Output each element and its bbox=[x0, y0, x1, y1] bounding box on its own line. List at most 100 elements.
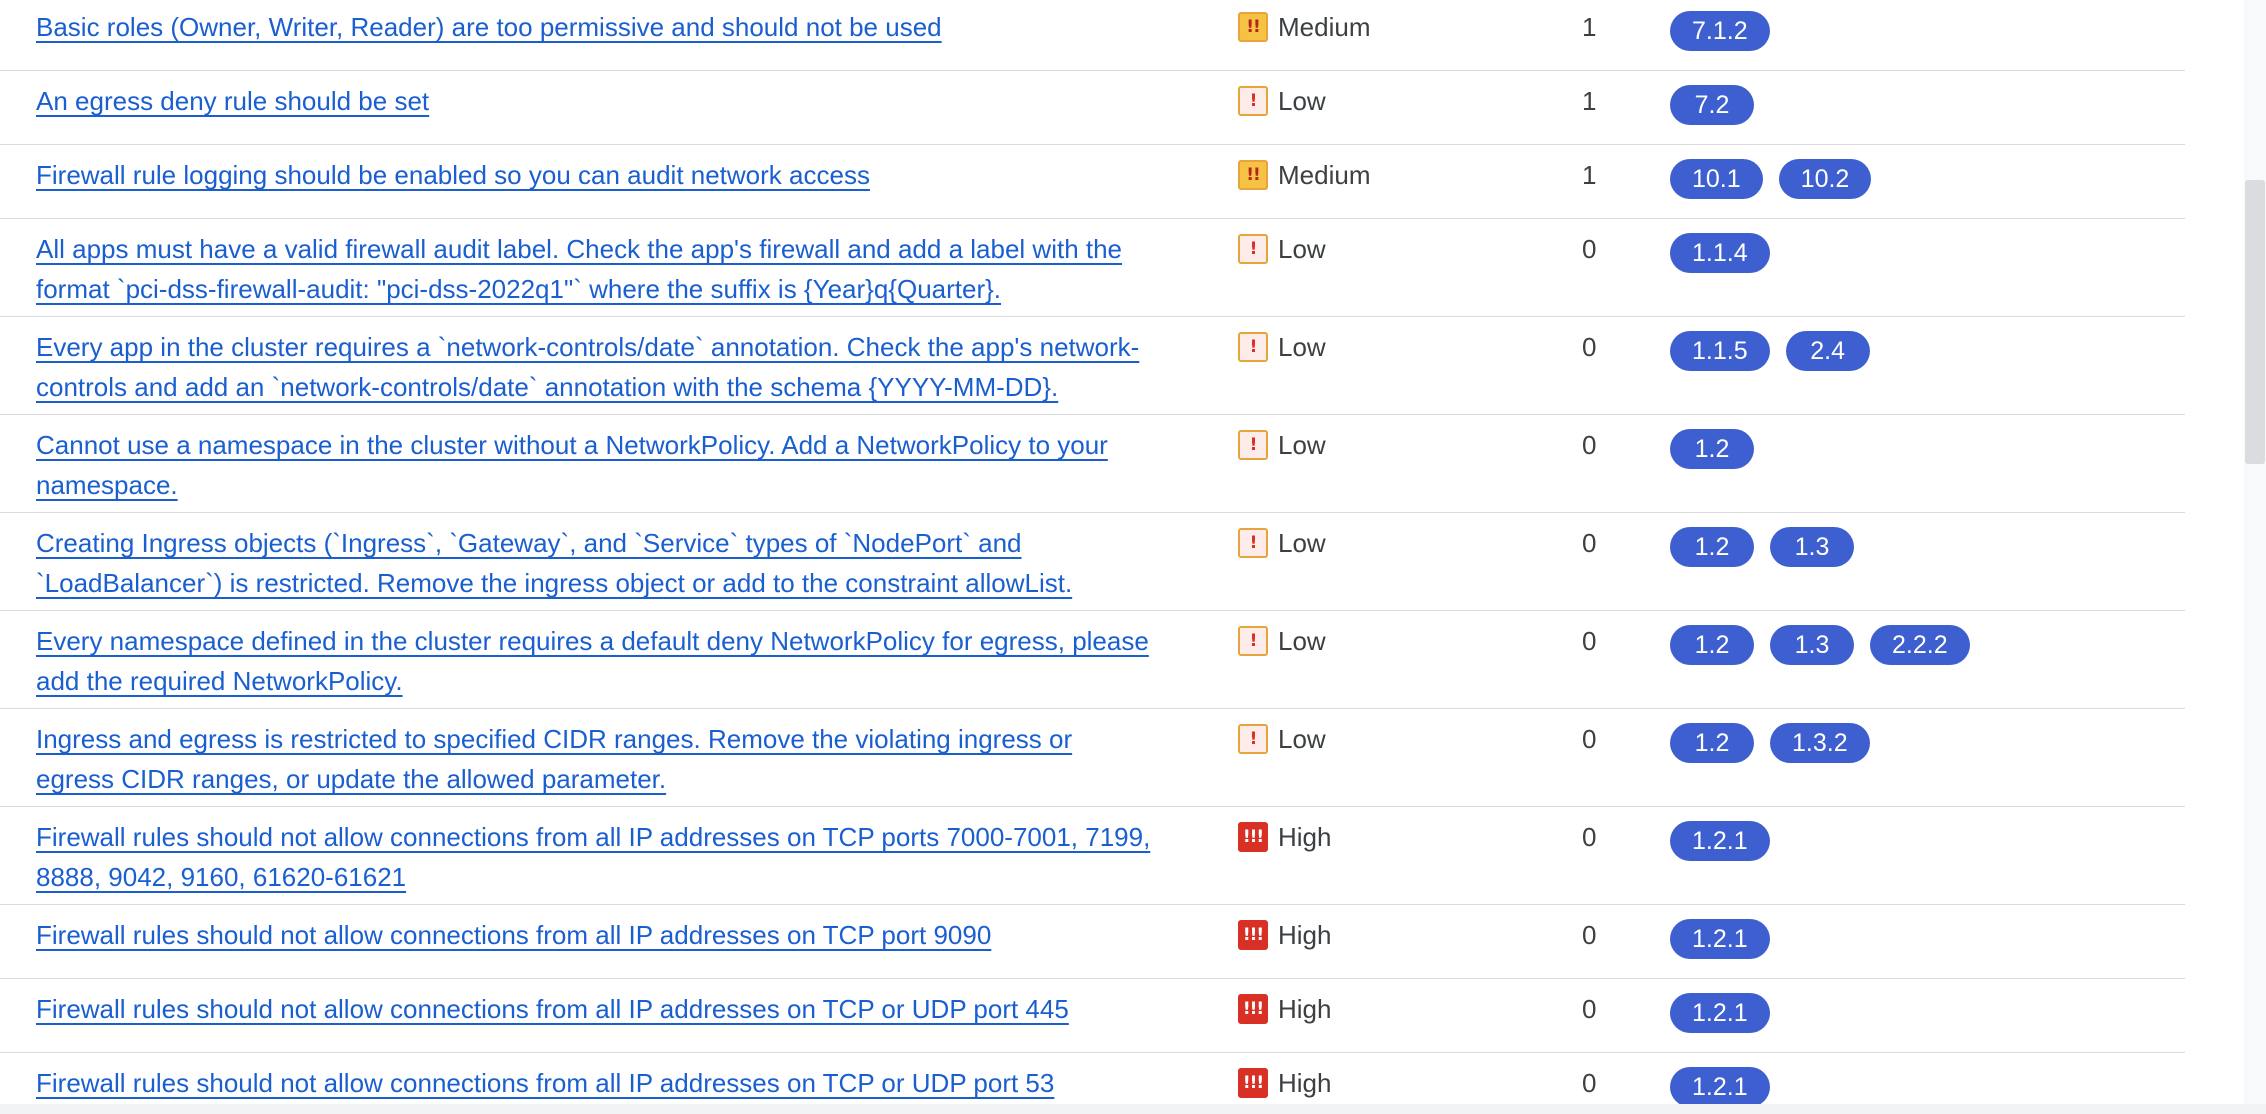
severity-cell: ! Low bbox=[1238, 229, 1326, 269]
severity-medium-icon: !! bbox=[1238, 12, 1268, 42]
table-row: Firewall rules should not allow connecti… bbox=[0, 979, 2185, 1053]
severity-medium-icon: !! bbox=[1238, 160, 1268, 190]
control-chip[interactable]: 1.3.2 bbox=[1770, 723, 1870, 763]
control-chip[interactable]: 1.1.4 bbox=[1670, 233, 1770, 273]
bottom-edge bbox=[0, 1104, 2266, 1114]
severity-cell: !! Medium bbox=[1238, 7, 1370, 47]
severity-low-icon: ! bbox=[1238, 86, 1268, 116]
severity-cell: !!! High bbox=[1238, 817, 1331, 857]
findings-count: 0 bbox=[1582, 332, 1597, 362]
scrollbar-thumb[interactable] bbox=[2245, 180, 2265, 464]
findings-count: 1 bbox=[1582, 86, 1597, 116]
severity-label: Low bbox=[1278, 625, 1326, 656]
rule-link[interactable]: Basic roles (Owner, Writer, Reader) are … bbox=[36, 7, 1156, 47]
compliance-controls: 10.1 10.2 bbox=[1670, 159, 1872, 199]
control-chip[interactable]: 10.1 bbox=[1670, 159, 1763, 199]
table-row: Firewall rules should not allow connecti… bbox=[0, 807, 2185, 905]
rule-link[interactable]: Firewall rules should not allow connecti… bbox=[36, 817, 1156, 897]
control-chip[interactable]: 1.2 bbox=[1670, 625, 1754, 665]
control-chip[interactable]: 1.2 bbox=[1670, 429, 1754, 469]
severity-label: Low bbox=[1278, 233, 1326, 264]
rule-link[interactable]: Ingress and egress is restricted to spec… bbox=[36, 719, 1156, 799]
compliance-controls: 1.2.1 bbox=[1670, 919, 1770, 959]
rule-link[interactable]: Firewall rules should not allow connecti… bbox=[36, 915, 1156, 955]
findings-count: 0 bbox=[1582, 430, 1597, 460]
severity-label: High bbox=[1278, 1067, 1332, 1098]
severity-label: Low bbox=[1278, 723, 1326, 754]
severity-high-icon: !!! bbox=[1238, 1068, 1268, 1098]
control-chip[interactable]: 1.2.1 bbox=[1670, 919, 1770, 959]
control-chip[interactable]: 1.2 bbox=[1670, 527, 1754, 567]
compliance-controls: 1.2 1.3 2.2.2 bbox=[1670, 625, 1970, 665]
table-row: Basic roles (Owner, Writer, Reader) are … bbox=[0, 0, 2185, 71]
severity-low-icon: ! bbox=[1238, 332, 1268, 362]
table-row: Firewall rule logging should be enabled … bbox=[0, 145, 2185, 219]
severity-label: High bbox=[1278, 993, 1332, 1024]
severity-cell: !!! High bbox=[1238, 989, 1331, 1029]
severity-cell: !!! High bbox=[1238, 915, 1331, 955]
control-chip[interactable]: 7.1.2 bbox=[1670, 11, 1770, 51]
severity-cell: ! Low bbox=[1238, 425, 1326, 465]
compliance-controls: 1.2 bbox=[1670, 429, 1754, 469]
control-chip[interactable]: 1.1.5 bbox=[1670, 331, 1770, 371]
rule-link[interactable]: Every namespace defined in the cluster r… bbox=[36, 621, 1156, 701]
control-chip[interactable]: 1.2.1 bbox=[1670, 821, 1770, 861]
control-chip[interactable]: 7.2 bbox=[1670, 85, 1754, 125]
control-chip[interactable]: 2.2.2 bbox=[1870, 625, 1970, 665]
control-chip[interactable]: 1.3 bbox=[1770, 625, 1854, 665]
severity-label: Medium bbox=[1278, 11, 1371, 42]
rule-link[interactable]: An egress deny rule should be set bbox=[36, 81, 1156, 121]
severity-cell: ! Low bbox=[1238, 719, 1326, 759]
findings-count: 0 bbox=[1582, 994, 1597, 1024]
compliance-controls: 1.1.4 bbox=[1670, 233, 1770, 273]
table-row: All apps must have a valid firewall audi… bbox=[0, 219, 2185, 317]
control-chip[interactable]: 10.2 bbox=[1778, 159, 1872, 199]
findings-count: 0 bbox=[1582, 528, 1597, 558]
severity-low-icon: ! bbox=[1238, 626, 1268, 656]
findings-count: 0 bbox=[1582, 920, 1597, 950]
severity-label: High bbox=[1278, 919, 1332, 950]
rule-link[interactable]: All apps must have a valid firewall audi… bbox=[36, 229, 1156, 309]
severity-cell: ! Low bbox=[1238, 81, 1326, 121]
rule-link[interactable]: Firewall rules should not allow connecti… bbox=[36, 1063, 1156, 1103]
findings-count: 1 bbox=[1582, 160, 1597, 190]
rule-link[interactable]: Cannot use a namespace in the cluster wi… bbox=[36, 425, 1156, 505]
control-chip[interactable]: 1.2.1 bbox=[1670, 993, 1770, 1033]
page: Basic roles (Owner, Writer, Reader) are … bbox=[0, 0, 2266, 1114]
findings-table: Basic roles (Owner, Writer, Reader) are … bbox=[0, 0, 2185, 1114]
compliance-controls: 1.2.1 bbox=[1670, 821, 1770, 861]
severity-cell: ! Low bbox=[1238, 621, 1326, 661]
compliance-controls: 1.2.1 bbox=[1670, 1067, 1770, 1107]
compliance-controls: 7.1.2 bbox=[1670, 11, 1770, 51]
control-chip[interactable]: 2.4 bbox=[1785, 331, 1870, 371]
severity-high-icon: !!! bbox=[1238, 822, 1268, 852]
rule-link[interactable]: Firewall rule logging should be enabled … bbox=[36, 155, 1156, 195]
severity-cell: ! Low bbox=[1238, 327, 1326, 367]
severity-high-icon: !!! bbox=[1238, 994, 1268, 1024]
rule-link[interactable]: Every app in the cluster requires a `net… bbox=[36, 327, 1156, 407]
rule-link[interactable]: Creating Ingress objects (`Ingress`, `Ga… bbox=[36, 523, 1156, 603]
severity-cell: !!! High bbox=[1238, 1063, 1331, 1103]
findings-count: 0 bbox=[1582, 626, 1597, 656]
table-row: Ingress and egress is restricted to spec… bbox=[0, 709, 2185, 807]
compliance-controls: 1.1.5 2.4 bbox=[1670, 331, 1870, 371]
control-chip[interactable]: 1.2.1 bbox=[1670, 1067, 1770, 1107]
severity-label: Low bbox=[1278, 85, 1326, 116]
table-row: Cannot use a namespace in the cluster wi… bbox=[0, 415, 2185, 513]
control-chip[interactable]: 1.3 bbox=[1770, 527, 1854, 567]
findings-count: 0 bbox=[1582, 234, 1597, 264]
severity-high-icon: !!! bbox=[1238, 920, 1268, 950]
table-row: Every app in the cluster requires a `net… bbox=[0, 317, 2185, 415]
severity-label: Low bbox=[1278, 331, 1326, 362]
compliance-controls: 1.2 1.3.2 bbox=[1670, 723, 1870, 763]
severity-label: Medium bbox=[1278, 159, 1371, 190]
severity-label: High bbox=[1278, 821, 1332, 852]
rule-link[interactable]: Firewall rules should not allow connecti… bbox=[36, 989, 1156, 1029]
table-row: An egress deny rule should be set! Low 1 7.… bbox=[0, 71, 2185, 145]
severity-low-icon: ! bbox=[1238, 430, 1268, 460]
scrollbar-track[interactable] bbox=[2244, 0, 2266, 1114]
severity-cell: ! Low bbox=[1238, 523, 1326, 563]
control-chip[interactable]: 1.2 bbox=[1670, 723, 1754, 763]
compliance-controls: 1.2 1.3 bbox=[1670, 527, 1854, 567]
compliance-controls: 7.2 bbox=[1670, 85, 1754, 125]
